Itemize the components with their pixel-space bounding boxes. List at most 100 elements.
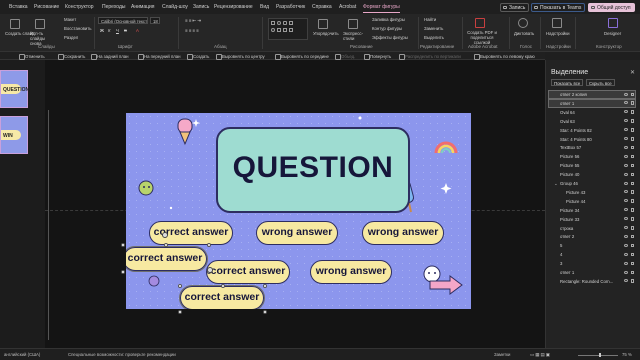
shape-outline-button[interactable]: Контур фигуры bbox=[372, 26, 402, 31]
eye-icon[interactable] bbox=[624, 279, 628, 283]
selection-item[interactable]: Oval 64 bbox=[549, 109, 635, 116]
resize-handle[interactable] bbox=[263, 284, 267, 288]
lock-icon[interactable] bbox=[631, 163, 634, 168]
replace-button[interactable]: Заменить bbox=[424, 26, 443, 31]
lock-icon[interactable] bbox=[631, 137, 634, 141]
selection-item[interactable]: ответ 2 bbox=[549, 233, 635, 240]
tab-animations[interactable]: Анимация bbox=[131, 4, 154, 10]
lock-icon[interactable] bbox=[631, 208, 634, 212]
eye-icon[interactable] bbox=[624, 199, 628, 203]
answer-option-7[interactable]: correct answer bbox=[179, 285, 265, 309]
selection-item[interactable]: Picture 44 bbox=[549, 198, 635, 205]
align-buttons[interactable]: ≡ ≡ ≡ ≡ bbox=[185, 28, 199, 33]
create-pdf-button[interactable]: Создать PDF и поделиться ссылкой bbox=[466, 30, 498, 45]
selection-item[interactable]: Picture 43 bbox=[549, 189, 635, 196]
dictate-button[interactable]: Диктовать bbox=[514, 31, 534, 36]
lock-icon[interactable] bbox=[631, 110, 634, 114]
tab-transitions[interactable]: Переходы bbox=[102, 4, 125, 10]
lock-icon[interactable] bbox=[631, 101, 634, 105]
selection-item[interactable]: Picture 34 bbox=[549, 207, 635, 214]
lock-icon[interactable] bbox=[631, 234, 634, 239]
eye-icon[interactable] bbox=[624, 217, 628, 221]
bring-to-front-button[interactable]: На передний план bbox=[138, 54, 181, 60]
lock-icon[interactable] bbox=[631, 145, 634, 150]
lock-icon[interactable] bbox=[631, 252, 634, 257]
slide-thumbnail-2[interactable]: WIN bbox=[0, 116, 28, 154]
lock-icon[interactable] bbox=[631, 199, 634, 203]
show-all-button[interactable]: Показать все bbox=[551, 79, 584, 86]
selection-item[interactable]: строка bbox=[549, 225, 635, 232]
selection-item[interactable]: Star: 4 Points 82 bbox=[549, 127, 635, 134]
zoom-slider-knob[interactable] bbox=[598, 353, 601, 357]
question-text[interactable]: QUESTION bbox=[218, 151, 408, 185]
layout-button[interactable]: Макет bbox=[64, 17, 76, 22]
resize-handle[interactable] bbox=[207, 243, 211, 247]
resize-handle[interactable] bbox=[178, 310, 182, 314]
eye-icon[interactable] bbox=[624, 208, 628, 212]
answer-option-3[interactable]: wrong answer bbox=[362, 221, 444, 245]
eye-icon[interactable] bbox=[624, 172, 628, 176]
tab-record[interactable]: Запись bbox=[193, 4, 209, 10]
eye-icon[interactable] bbox=[624, 243, 628, 247]
selection-item[interactable]: 3 bbox=[549, 260, 635, 267]
tab-draw[interactable]: Рисование bbox=[34, 4, 59, 10]
eye-icon[interactable] bbox=[624, 110, 628, 114]
font-name-select[interactable]: Calibri (Основной текст) bbox=[98, 17, 148, 24]
eye-icon[interactable] bbox=[624, 145, 628, 149]
send-to-back-button[interactable]: На задний план bbox=[91, 54, 129, 60]
tab-slideshow[interactable]: Слайд-шоу bbox=[162, 4, 188, 10]
eye-icon[interactable] bbox=[624, 92, 628, 96]
strike-button[interactable]: S bbox=[124, 28, 127, 33]
eye-icon[interactable] bbox=[624, 163, 628, 167]
save-button[interactable]: Сохранить bbox=[57, 54, 85, 60]
resize-handle[interactable] bbox=[121, 270, 125, 274]
slide[interactable]: QUESTION correct answer wrong answer wro… bbox=[126, 113, 471, 309]
selection-item[interactable]: 5 bbox=[549, 242, 635, 249]
underline-button[interactable]: Ч bbox=[116, 28, 119, 33]
resize-handle[interactable] bbox=[178, 284, 182, 288]
selection-item[interactable]: TextBox 57 bbox=[549, 144, 635, 151]
eye-icon[interactable] bbox=[624, 154, 628, 158]
record-button[interactable]: Запись bbox=[500, 3, 530, 12]
find-button[interactable]: Найти bbox=[424, 17, 436, 22]
bold-button[interactable]: Ж bbox=[100, 28, 104, 33]
tab-developer[interactable]: Разработчик bbox=[276, 4, 305, 10]
distribute-vertically-button[interactable]: Распределить по вертикали bbox=[399, 54, 461, 60]
tab-insert[interactable]: Вставка bbox=[9, 4, 28, 10]
eye-icon[interactable] bbox=[624, 252, 628, 256]
notes-button[interactable]: Заметки bbox=[494, 352, 510, 357]
add-ins-button[interactable]: Надстройки bbox=[546, 31, 570, 36]
language-status[interactable]: английский (США) bbox=[4, 352, 40, 357]
hide-all-button[interactable]: Скрыть все bbox=[586, 79, 615, 86]
selection-item[interactable]: ответ 1 bbox=[549, 269, 635, 276]
font-size-select[interactable]: 18 bbox=[150, 17, 160, 24]
eye-icon[interactable] bbox=[624, 181, 628, 185]
selection-item[interactable]: Picture 40 bbox=[549, 171, 635, 178]
align-center-button[interactable]: Выровнять по центру bbox=[216, 54, 265, 60]
selection-item[interactable]: ответ 1 bbox=[548, 98, 636, 108]
expand-icon[interactable]: ⌄ bbox=[554, 181, 558, 187]
answer-option-2[interactable]: wrong answer bbox=[256, 221, 338, 245]
eye-icon[interactable] bbox=[624, 190, 628, 194]
rotate-handle[interactable] bbox=[207, 267, 213, 273]
lock-icon[interactable] bbox=[631, 226, 634, 230]
designer-button[interactable]: Designer bbox=[604, 31, 621, 36]
eye-icon[interactable] bbox=[624, 128, 628, 132]
line-shape-icon[interactable] bbox=[289, 21, 293, 25]
selection-item[interactable]: 4 bbox=[549, 251, 635, 258]
selection-item[interactable]: Picture 33 bbox=[549, 216, 635, 223]
align-left-button[interactable]: Выровнять по левому краю bbox=[474, 54, 535, 60]
lock-icon[interactable] bbox=[631, 270, 634, 274]
lock-icon[interactable] bbox=[631, 279, 634, 283]
lock-icon[interactable] bbox=[631, 243, 634, 248]
slide-thumbnail-1[interactable]: QUESTION bbox=[0, 70, 29, 108]
font-color-button[interactable]: A bbox=[136, 28, 139, 33]
eye-icon[interactable] bbox=[624, 261, 628, 265]
lock-icon[interactable] bbox=[631, 217, 634, 221]
create-button[interactable]: Создать bbox=[186, 54, 209, 60]
selection-item[interactable]: Picture 56 bbox=[549, 153, 635, 160]
eye-icon[interactable] bbox=[624, 101, 628, 105]
undo-button[interactable]: Отменить bbox=[19, 54, 45, 60]
bullets-button[interactable]: ≡ ≡ ⇤ ⇥ bbox=[185, 18, 201, 24]
select-button[interactable]: Выделить bbox=[424, 35, 444, 40]
